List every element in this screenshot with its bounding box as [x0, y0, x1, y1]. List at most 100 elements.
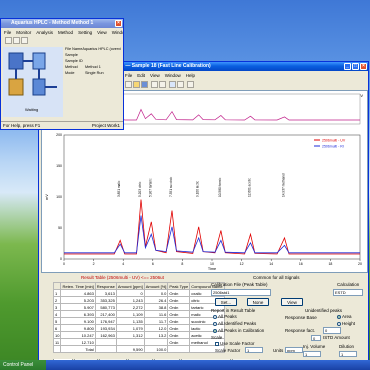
column-header[interactable]: Amount [ppm]: [115, 282, 145, 290]
table-row[interactable]: 5 9.100 176,947 1,135 11.7 Ordn succinic: [52, 317, 225, 325]
open-icon[interactable]: [133, 81, 140, 88]
save-icon[interactable]: [141, 81, 148, 88]
maximize-button[interactable]: □: [352, 63, 359, 70]
taskbar-control-panel-button[interactable]: Control Panel: [0, 360, 46, 370]
table-cell: [94, 338, 117, 346]
response-option[interactable]: Area: [337, 314, 367, 321]
stop-icon[interactable]: [13, 37, 20, 44]
legend-label: 2506multi - UV: [322, 139, 346, 143]
close-button[interactable]: ×: [360, 63, 367, 70]
table-icon[interactable]: [177, 81, 184, 88]
method-menu-analysis[interactable]: Analysis: [36, 29, 53, 36]
report-label: Report in Result Table: [211, 308, 256, 313]
x-tick-label: 4: [122, 262, 124, 266]
new-icon[interactable]: [125, 81, 132, 88]
radio-icon: [213, 314, 217, 319]
report-option-label: All Identified Peaks: [218, 321, 257, 326]
table-cell: 0: [115, 289, 145, 297]
info-row: Mode Single Run: [65, 71, 121, 77]
table-cell: 4: [52, 310, 62, 318]
zoom-icon[interactable]: [159, 81, 166, 88]
istd-label: ISTD Amount: [323, 335, 350, 340]
calculation-select[interactable]: ESTD: [333, 289, 363, 296]
menu-file[interactable]: File: [125, 72, 132, 79]
table-row[interactable]: 1 4.863 3,613 0 0.0 Ordn oxalic: [52, 289, 225, 297]
report-option[interactable]: All Peaks: [213, 314, 283, 321]
table-row[interactable]: 6 9.800 193,934 1,079 12.0 Ordn lactic: [52, 324, 225, 332]
column-header[interactable]: [52, 282, 62, 290]
print-icon[interactable]: [151, 81, 158, 88]
table-row[interactable]: 10 10.247 162,963 1,312 13.2 Ordn acetic: [52, 331, 225, 339]
table-cell: [115, 338, 145, 346]
inj-volume-field[interactable]: 1: [303, 351, 321, 357]
column-header[interactable]: Amount [%]: [143, 282, 169, 290]
menu-view[interactable]: View: [150, 72, 160, 79]
response-option-label: Area: [342, 314, 352, 319]
table-cell: 9.800: [60, 324, 96, 332]
method-window-titlebar[interactable]: Aquarius HPLC - Method Method 1 ×: [1, 19, 123, 28]
table-cell: Ordn: [167, 303, 191, 311]
use-scale-factor-label: Use Scale Factor: [220, 341, 255, 346]
table-cell: 11: [52, 338, 62, 346]
peak-label: 5.203 citric: [138, 181, 142, 197]
column-header[interactable]: Peak Type: [167, 282, 191, 290]
radio-icon: [213, 328, 217, 333]
dilution-field[interactable]: 1: [339, 351, 357, 357]
menu-edit[interactable]: Edit: [137, 72, 145, 79]
report-option[interactable]: All Peaks in Calibration: [213, 328, 283, 335]
units-label: Units: [273, 348, 284, 353]
peak-label: 12.601 acetic: [247, 178, 251, 197]
method-close-button[interactable]: ×: [115, 20, 122, 27]
table-row[interactable]: 11 12.710 Ordn methanol: [52, 338, 225, 346]
table-cell: 1: [52, 289, 62, 297]
method-menu-monitor[interactable]: Monitor: [16, 29, 31, 36]
radio-icon: [337, 314, 341, 319]
table-row[interactable]: Total 9,590 100.0: [52, 345, 225, 353]
method-menu-view[interactable]: View: [97, 29, 107, 36]
istd-field[interactable]: 0: [311, 335, 321, 341]
scale-factor-field[interactable]: 1: [245, 347, 263, 353]
units-field[interactable]: ppm: [285, 347, 303, 353]
minimize-button[interactable]: _: [344, 63, 351, 70]
method-menu-method[interactable]: Method: [58, 29, 73, 36]
menu-help[interactable]: Help: [186, 72, 195, 79]
help-icon[interactable]: [187, 81, 194, 88]
chart-icon[interactable]: [169, 81, 176, 88]
table-cell: 100.0: [143, 345, 169, 353]
dilution-label: Dilution: [339, 344, 355, 349]
method-icon[interactable]: [21, 37, 28, 44]
report-option[interactable]: All Identified Peaks: [213, 321, 283, 328]
method-menu-file[interactable]: File: [4, 29, 11, 36]
calibration-file-field[interactable]: 2506std1: [211, 289, 271, 296]
column-header[interactable]: Response: [94, 282, 117, 290]
run-icon[interactable]: [5, 37, 12, 44]
table-cell: 11.7: [143, 317, 169, 325]
set-button[interactable]: Set...: [215, 298, 237, 306]
table-row[interactable]: 4 6.393 217,400 1,109 11.6 Ordn malic: [52, 310, 225, 318]
view-button[interactable]: View: [281, 298, 303, 306]
response-factor-field[interactable]: 0: [323, 327, 341, 334]
table-row[interactable]: 3 5.907 580,773 2,272 38.8 Ordn tartaric: [52, 303, 225, 311]
menu-window[interactable]: Window: [165, 72, 181, 79]
table-cell: 217,400: [94, 310, 117, 318]
method-menu-window[interactable]: Window: [112, 29, 123, 36]
response-base-label: Response Base: [285, 315, 317, 320]
response-option[interactable]: Height: [337, 321, 367, 328]
peak-label: 14.937 methanol: [282, 173, 286, 197]
table-row[interactable]: 2 5.203 353,325 1,243 26.4 Ordn citric: [52, 296, 225, 304]
column-header[interactable]: Reten. Time [min]: [60, 282, 96, 290]
none-button[interactable]: None: [247, 298, 269, 306]
unidentified-label: Unidentified peaks: [305, 308, 343, 313]
x-tick-label: 12: [240, 262, 244, 266]
method-menu-setting[interactable]: Setting: [78, 29, 92, 36]
table-cell: [143, 338, 169, 346]
table-cell: 3: [52, 303, 62, 311]
result-table-title: Result Table (2506multi - UV) <== 2506ut: [81, 275, 164, 280]
use-scale-factor-checkbox[interactable]: Use Scale Factor: [215, 341, 255, 346]
y-tick-label: 200: [56, 133, 62, 137]
table-cell: Ordn: [167, 289, 191, 297]
result-table: Reten. Time [min] Response Amount [ppm] Amo…: [52, 282, 225, 353]
table-cell: 0.0: [143, 289, 169, 297]
y-tick-label: 100: [56, 195, 62, 199]
response-options: Area Height: [337, 314, 367, 328]
